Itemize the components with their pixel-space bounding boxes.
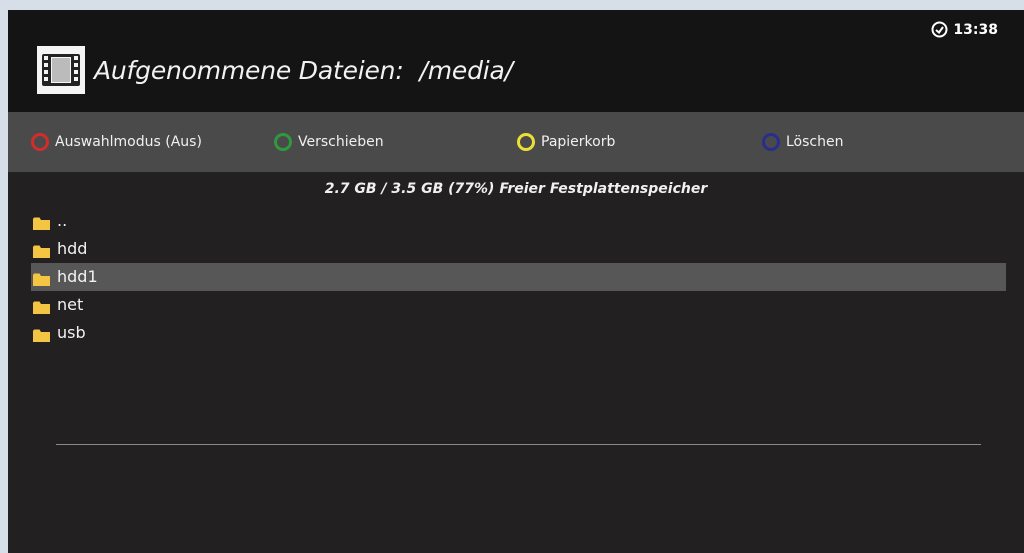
list-item-label: hdd1: [57, 267, 98, 286]
folder-icon: [33, 245, 50, 258]
list-item-label: usb: [57, 323, 86, 342]
blue-key-button[interactable]: Löschen: [762, 133, 843, 151]
title-bar: Aufgenommene Dateien: /media/ 13:38: [8, 10, 1024, 112]
list-item-label: net: [57, 295, 84, 314]
blue-key-label: Löschen: [786, 134, 844, 150]
clock: 13:38: [931, 21, 998, 38]
current-path: /media/: [419, 56, 514, 85]
red-key-button[interactable]: Auswahlmodus (Aus): [31, 133, 202, 151]
color-key-bar: Auswahlmodus (Aus) Verschieben Papierkor…: [8, 112, 1024, 172]
list-item-label: ..: [57, 211, 68, 230]
clock-time: 13:38: [953, 21, 998, 38]
divider: [56, 444, 981, 445]
green-circle-icon: [274, 133, 292, 151]
list-item[interactable]: net: [31, 291, 1006, 319]
list-item-selected[interactable]: hdd1: [31, 263, 1006, 291]
folder-icon: [33, 301, 50, 314]
title-text: Aufgenommene Dateien:: [94, 56, 404, 85]
disk-space-info: 2.7 GB / 3.5 GB (77%) Freier Festplatten…: [324, 181, 708, 197]
folder-icon: [33, 273, 50, 286]
film-icon: [37, 46, 85, 94]
red-circle-icon: [31, 133, 49, 151]
list-item[interactable]: hdd: [31, 235, 1006, 263]
folder-list: .. hdd hdd1 net usb: [31, 207, 1006, 347]
folder-icon: [33, 217, 50, 230]
list-item[interactable]: ..: [31, 207, 1006, 235]
page-title: Aufgenommene Dateien: /media/: [94, 54, 513, 88]
blue-circle-icon: [762, 133, 780, 151]
yellow-key-label: Papierkorb: [541, 134, 616, 150]
folder-icon: [33, 329, 50, 342]
yellow-key-button[interactable]: Papierkorb: [517, 133, 615, 151]
yellow-circle-icon: [517, 133, 535, 151]
clock-icon: [931, 21, 948, 38]
red-key-label: Auswahlmodus (Aus): [55, 134, 202, 150]
list-item-label: hdd: [57, 239, 88, 258]
list-item[interactable]: usb: [31, 319, 1006, 347]
green-key-button[interactable]: Verschieben: [274, 133, 384, 151]
recordings-window: Aufgenommene Dateien: /media/ 13:38 Auswa…: [8, 10, 1024, 553]
green-key-label: Verschieben: [298, 134, 384, 150]
